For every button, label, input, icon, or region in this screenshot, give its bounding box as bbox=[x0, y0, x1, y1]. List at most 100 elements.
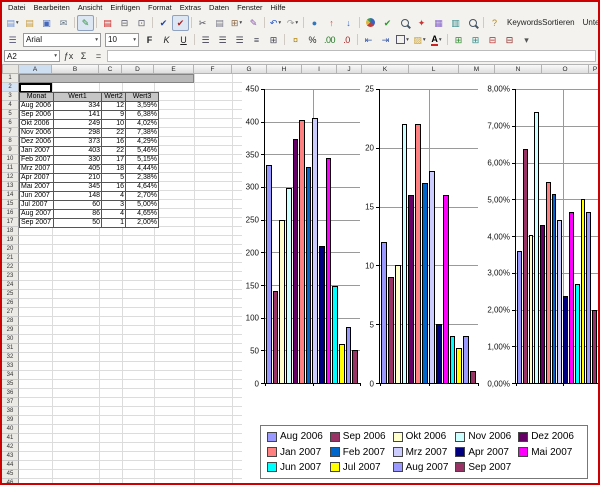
row-header-39[interactable]: 39 bbox=[2, 416, 19, 425]
cell[interactable]: 9 bbox=[102, 111, 126, 120]
chart-legend[interactable]: Aug 2006Sep 2006Okt 2006Nov 2006Dez 2006… bbox=[260, 425, 588, 479]
align-justified-button[interactable]: ≡ bbox=[248, 32, 265, 48]
cut-button[interactable]: ✂ bbox=[194, 15, 211, 31]
cell[interactable]: Aug 2006 bbox=[20, 102, 54, 111]
cell[interactable]: 5,15% bbox=[126, 156, 159, 165]
row-header-35[interactable]: 35 bbox=[2, 380, 19, 389]
header-cell[interactable]: Wert1 bbox=[54, 93, 102, 102]
spellcheck-button[interactable]: ✔ bbox=[155, 15, 172, 31]
row-header-31[interactable]: 31 bbox=[2, 344, 19, 353]
cell[interactable]: 210 bbox=[54, 174, 102, 183]
zoom-button[interactable] bbox=[464, 15, 481, 31]
row-header-18[interactable]: 18 bbox=[2, 227, 19, 236]
hyperlink-button[interactable]: ● bbox=[306, 15, 323, 31]
row-header-16[interactable]: 16 bbox=[2, 209, 19, 218]
cell[interactable]: 22 bbox=[102, 129, 126, 138]
number-format-currency-button[interactable]: ¤ bbox=[287, 32, 304, 48]
cell[interactable]: Jan 2007 bbox=[20, 147, 54, 156]
align-left-button[interactable]: ☰ bbox=[197, 32, 214, 48]
row-header-12[interactable]: 12 bbox=[2, 173, 19, 182]
cell[interactable]: Aug 2007 bbox=[20, 210, 54, 219]
column-header-d[interactable]: D bbox=[122, 64, 154, 74]
column-header-e[interactable]: E bbox=[154, 64, 194, 74]
row-header-4[interactable]: 4 bbox=[2, 101, 19, 110]
row-header-13[interactable]: 13 bbox=[2, 182, 19, 191]
row-header-3[interactable]: 3 bbox=[2, 92, 19, 101]
bold-button[interactable]: F bbox=[141, 32, 158, 48]
cell[interactable]: 4 bbox=[102, 192, 126, 201]
email-button[interactable]: ✉ bbox=[55, 15, 72, 31]
row-header-5[interactable]: 5 bbox=[2, 110, 19, 119]
cell[interactable]: 4,65% bbox=[126, 210, 159, 219]
row-header-29[interactable]: 29 bbox=[2, 326, 19, 335]
header-cell[interactable]: Wert2 bbox=[102, 93, 126, 102]
row-header-34[interactable]: 34 bbox=[2, 371, 19, 380]
cell[interactable]: Okt 2006 bbox=[20, 120, 54, 129]
column-header-n[interactable]: N bbox=[495, 64, 542, 74]
font-color-button[interactable]: A▾ bbox=[428, 32, 445, 48]
toolbar-overflow-button[interactable]: ▾ bbox=[518, 32, 535, 48]
row-header-44[interactable]: 44 bbox=[2, 461, 19, 470]
chart-wert1[interactable]: 450400350300250200150100500 bbox=[236, 89, 360, 384]
cell[interactable]: Mai 2007 bbox=[20, 183, 54, 192]
cell[interactable]: 330 bbox=[54, 156, 102, 165]
column-header-b[interactable]: B bbox=[52, 64, 99, 74]
delete-rows-button[interactable]: ⊟ bbox=[484, 32, 501, 48]
save-button[interactable]: ▣ bbox=[38, 15, 55, 31]
header-cell[interactable]: Wert3 bbox=[126, 93, 159, 102]
column-header-c[interactable]: C bbox=[99, 64, 122, 74]
redo-button[interactable]: ↷▾ bbox=[284, 15, 301, 31]
cell[interactable]: 1 bbox=[102, 219, 126, 228]
menu-bearbeiten[interactable]: Bearbeiten bbox=[30, 2, 74, 14]
row-header-8[interactable]: 8 bbox=[2, 137, 19, 146]
row-header-23[interactable]: 23 bbox=[2, 272, 19, 281]
cell[interactable]: Jun 2007 bbox=[20, 192, 54, 201]
cell[interactable]: 148 bbox=[54, 192, 102, 201]
cell[interactable]: 10 bbox=[102, 120, 126, 129]
cell[interactable]: Sep 2006 bbox=[20, 111, 54, 120]
row-header-37[interactable]: 37 bbox=[2, 398, 19, 407]
filled-cells-a1-e1[interactable] bbox=[19, 74, 194, 83]
cell[interactable]: 2,38% bbox=[126, 174, 159, 183]
italic-button[interactable]: K bbox=[158, 32, 175, 48]
column-header-k[interactable]: K bbox=[362, 64, 409, 74]
row-header-41[interactable]: 41 bbox=[2, 434, 19, 443]
row-header-22[interactable]: 22 bbox=[2, 263, 19, 272]
cell[interactable]: 373 bbox=[54, 138, 102, 147]
row-header-15[interactable]: 15 bbox=[2, 200, 19, 209]
name-box[interactable]: A2 ▾ bbox=[4, 50, 60, 62]
row-header-45[interactable]: 45 bbox=[2, 470, 19, 479]
row-header-27[interactable]: 27 bbox=[2, 308, 19, 317]
cell[interactable]: Jul 2007 bbox=[20, 201, 54, 210]
row-header-21[interactable]: 21 bbox=[2, 254, 19, 263]
cell[interactable]: Sep 2007 bbox=[20, 219, 54, 228]
row-header-20[interactable]: 20 bbox=[2, 245, 19, 254]
column-header-f[interactable]: F bbox=[194, 64, 232, 74]
styles-button[interactable]: ☰ bbox=[4, 32, 21, 48]
row-header-6[interactable]: 6 bbox=[2, 119, 19, 128]
column-header-i[interactable]: I bbox=[302, 64, 337, 74]
row-header-10[interactable]: 10 bbox=[2, 155, 19, 164]
gallery-button[interactable]: ▦ bbox=[430, 15, 447, 31]
row-header-42[interactable]: 42 bbox=[2, 443, 19, 452]
cell[interactable]: 17 bbox=[102, 156, 126, 165]
cell[interactable]: 22 bbox=[102, 147, 126, 156]
cell[interactable]: Feb 2007 bbox=[20, 156, 54, 165]
merge-cells-button[interactable]: ⊞ bbox=[265, 32, 282, 48]
cell[interactable]: Mrz 2007 bbox=[20, 165, 54, 174]
cell[interactable]: 5,46% bbox=[126, 147, 159, 156]
row-header-32[interactable]: 32 bbox=[2, 353, 19, 362]
cell[interactable]: 50 bbox=[54, 219, 102, 228]
row-header-2[interactable]: 2 bbox=[2, 83, 19, 92]
column-header-a[interactable]: A bbox=[19, 64, 52, 74]
row-header-28[interactable]: 28 bbox=[2, 317, 19, 326]
chevron-down-icon[interactable]: ▾ bbox=[133, 37, 136, 43]
underline-button[interactable]: U bbox=[175, 32, 192, 48]
sort-descending-button[interactable]: ↓ bbox=[340, 15, 357, 31]
delete-columns-button[interactable]: ⊟ bbox=[501, 32, 518, 48]
cell[interactable]: 405 bbox=[54, 165, 102, 174]
row-header-43[interactable]: 43 bbox=[2, 452, 19, 461]
column-header-m[interactable]: M bbox=[459, 64, 495, 74]
row-header-36[interactable]: 36 bbox=[2, 389, 19, 398]
cell[interactable]: 4,44% bbox=[126, 165, 159, 174]
